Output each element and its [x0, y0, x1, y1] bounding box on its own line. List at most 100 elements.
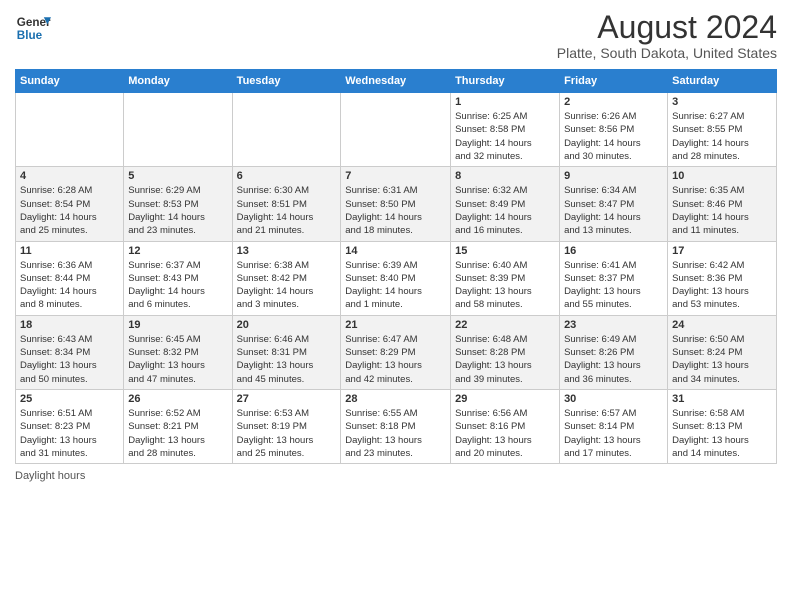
- day-info: Sunrise: 6:40 AM Sunset: 8:39 PM Dayligh…: [455, 259, 555, 312]
- day-info: Sunrise: 6:56 AM Sunset: 8:16 PM Dayligh…: [455, 407, 555, 460]
- title-area: August 2024 Platte, South Dakota, United…: [557, 10, 777, 61]
- day-info: Sunrise: 6:55 AM Sunset: 8:18 PM Dayligh…: [345, 407, 446, 460]
- day-number: 17: [672, 245, 772, 257]
- day-info: Sunrise: 6:49 AM Sunset: 8:26 PM Dayligh…: [564, 333, 663, 386]
- calendar-cell: 15 Sunrise: 6:40 AM Sunset: 8:39 PM Dayli…: [451, 241, 560, 315]
- calendar-cell: 31 Sunrise: 6:58 AM Sunset: 8:13 PM Dayli…: [668, 389, 777, 463]
- header-row: SundayMondayTuesdayWednesdayThursdayFrid…: [16, 70, 777, 93]
- day-number: 28: [345, 393, 446, 405]
- day-number: 11: [20, 245, 119, 257]
- day-number: 3: [672, 96, 772, 108]
- calendar-cell: 2Sunrise: 6:26 AM Sunset: 8:56 PM Daylig…: [560, 93, 668, 167]
- calendar-cell: 18Sunrise: 6:43 AM Sunset: 8:34 PM Dayli…: [16, 315, 124, 389]
- day-number: 15: [455, 245, 555, 257]
- calendar-cell: 6 Sunrise: 6:30 AM Sunset: 8:51 PM Daylig…: [232, 167, 341, 241]
- day-number: 22: [455, 319, 555, 331]
- calendar-cell: 26 Sunrise: 6:52 AM Sunset: 8:21 PM Dayli…: [124, 389, 232, 463]
- day-info: Sunrise: 6:28 AM Sunset: 8:54 PM Dayligh…: [20, 184, 119, 237]
- day-info: Sunrise: 6:27 AM Sunset: 8:55 PM Dayligh…: [672, 110, 772, 163]
- calendar-cell: 10 Sunrise: 6:35 AM Sunset: 8:46 PM Dayli…: [668, 167, 777, 241]
- day-info: Sunrise: 6:48 AM Sunset: 8:28 PM Dayligh…: [455, 333, 555, 386]
- day-info: Sunrise: 6:38 AM Sunset: 8:42 PM Dayligh…: [237, 259, 337, 312]
- calendar-cell: 24Sunrise: 6:50 AM Sunset: 8:24 PM Dayli…: [668, 315, 777, 389]
- calendar-cell: [16, 93, 124, 167]
- day-info: Sunrise: 6:25 AM Sunset: 8:58 PM Dayligh…: [455, 110, 555, 163]
- day-number: 24: [672, 319, 772, 331]
- day-number: 26: [128, 393, 227, 405]
- day-number: 14: [345, 245, 446, 257]
- calendar-cell: 21 Sunrise: 6:47 AM Sunset: 8:29 PM Dayli…: [341, 315, 451, 389]
- calendar-header: SundayMondayTuesdayWednesdayThursdayFrid…: [16, 70, 777, 93]
- calendar-week-row: 1Sunrise: 6:25 AM Sunset: 8:58 PM Daylig…: [16, 93, 777, 167]
- day-info: Sunrise: 6:51 AM Sunset: 8:23 PM Dayligh…: [20, 407, 119, 460]
- day-info: Sunrise: 6:43 AM Sunset: 8:34 PM Dayligh…: [20, 333, 119, 386]
- calendar-cell: 19Sunrise: 6:45 AM Sunset: 8:32 PM Dayli…: [124, 315, 232, 389]
- calendar-cell: 7 Sunrise: 6:31 AM Sunset: 8:50 PM Daylig…: [341, 167, 451, 241]
- calendar-cell: 23 Sunrise: 6:49 AM Sunset: 8:26 PM Dayli…: [560, 315, 668, 389]
- day-info: Sunrise: 6:42 AM Sunset: 8:36 PM Dayligh…: [672, 259, 772, 312]
- day-info: Sunrise: 6:32 AM Sunset: 8:49 PM Dayligh…: [455, 184, 555, 237]
- day-number: 27: [237, 393, 337, 405]
- calendar-cell: 5 Sunrise: 6:29 AM Sunset: 8:53 PM Daylig…: [124, 167, 232, 241]
- day-info: Sunrise: 6:58 AM Sunset: 8:13 PM Dayligh…: [672, 407, 772, 460]
- day-number: 12: [128, 245, 227, 257]
- main-title: August 2024: [557, 10, 777, 45]
- calendar-cell: 4 Sunrise: 6:28 AM Sunset: 8:54 PM Daylig…: [16, 167, 124, 241]
- day-number: 16: [564, 245, 663, 257]
- calendar-cell: 30Sunrise: 6:57 AM Sunset: 8:14 PM Dayli…: [560, 389, 668, 463]
- day-of-week-header: Friday: [560, 70, 668, 93]
- day-of-week-header: Tuesday: [232, 70, 341, 93]
- calendar-cell: 12 Sunrise: 6:37 AM Sunset: 8:43 PM Dayli…: [124, 241, 232, 315]
- day-of-week-header: Saturday: [668, 70, 777, 93]
- day-info: Sunrise: 6:36 AM Sunset: 8:44 PM Dayligh…: [20, 259, 119, 312]
- day-of-week-header: Thursday: [451, 70, 560, 93]
- calendar-week-row: 25 Sunrise: 6:51 AM Sunset: 8:23 PM Dayli…: [16, 389, 777, 463]
- subtitle: Platte, South Dakota, United States: [557, 45, 777, 61]
- calendar-cell: 11 Sunrise: 6:36 AM Sunset: 8:44 PM Dayli…: [16, 241, 124, 315]
- day-of-week-header: Monday: [124, 70, 232, 93]
- day-info: Sunrise: 6:31 AM Sunset: 8:50 PM Dayligh…: [345, 184, 446, 237]
- day-info: Sunrise: 6:47 AM Sunset: 8:29 PM Dayligh…: [345, 333, 446, 386]
- day-of-week-header: Sunday: [16, 70, 124, 93]
- calendar-table: SundayMondayTuesdayWednesdayThursdayFrid…: [15, 69, 777, 464]
- calendar-cell: 8 Sunrise: 6:32 AM Sunset: 8:49 PM Daylig…: [451, 167, 560, 241]
- day-number: 23: [564, 319, 663, 331]
- day-number: 7: [345, 170, 446, 182]
- day-number: 5: [128, 170, 227, 182]
- day-number: 19: [128, 319, 227, 331]
- calendar-week-row: 18Sunrise: 6:43 AM Sunset: 8:34 PM Dayli…: [16, 315, 777, 389]
- day-of-week-header: Wednesday: [341, 70, 451, 93]
- calendar-cell: 3 Sunrise: 6:27 AM Sunset: 8:55 PM Daylig…: [668, 93, 777, 167]
- logo-icon: General Blue: [15, 10, 51, 46]
- day-info: Sunrise: 6:30 AM Sunset: 8:51 PM Dayligh…: [237, 184, 337, 237]
- day-number: 30: [564, 393, 663, 405]
- day-info: Sunrise: 6:52 AM Sunset: 8:21 PM Dayligh…: [128, 407, 227, 460]
- calendar-cell: 22 Sunrise: 6:48 AM Sunset: 8:28 PM Dayli…: [451, 315, 560, 389]
- day-number: 25: [20, 393, 119, 405]
- day-number: 21: [345, 319, 446, 331]
- calendar-cell: 17 Sunrise: 6:42 AM Sunset: 8:36 PM Dayli…: [668, 241, 777, 315]
- day-number: 6: [237, 170, 337, 182]
- day-number: 13: [237, 245, 337, 257]
- calendar-cell: 1Sunrise: 6:25 AM Sunset: 8:58 PM Daylig…: [451, 93, 560, 167]
- footer: Daylight hours: [15, 470, 777, 482]
- calendar-cell: 14 Sunrise: 6:39 AM Sunset: 8:40 PM Dayli…: [341, 241, 451, 315]
- day-info: Sunrise: 6:29 AM Sunset: 8:53 PM Dayligh…: [128, 184, 227, 237]
- day-number: 31: [672, 393, 772, 405]
- day-info: Sunrise: 6:35 AM Sunset: 8:46 PM Dayligh…: [672, 184, 772, 237]
- calendar-cell: [341, 93, 451, 167]
- day-number: 8: [455, 170, 555, 182]
- day-info: Sunrise: 6:46 AM Sunset: 8:31 PM Dayligh…: [237, 333, 337, 386]
- calendar-cell: [232, 93, 341, 167]
- day-number: 9: [564, 170, 663, 182]
- day-info: Sunrise: 6:53 AM Sunset: 8:19 PM Dayligh…: [237, 407, 337, 460]
- day-number: 10: [672, 170, 772, 182]
- day-number: 4: [20, 170, 119, 182]
- calendar-cell: 27 Sunrise: 6:53 AM Sunset: 8:19 PM Dayli…: [232, 389, 341, 463]
- day-info: Sunrise: 6:39 AM Sunset: 8:40 PM Dayligh…: [345, 259, 446, 312]
- day-info: Sunrise: 6:34 AM Sunset: 8:47 PM Dayligh…: [564, 184, 663, 237]
- day-info: Sunrise: 6:37 AM Sunset: 8:43 PM Dayligh…: [128, 259, 227, 312]
- calendar-cell: 25 Sunrise: 6:51 AM Sunset: 8:23 PM Dayli…: [16, 389, 124, 463]
- header: General Blue August 2024 Platte, South D…: [15, 10, 777, 61]
- calendar-body: 1Sunrise: 6:25 AM Sunset: 8:58 PM Daylig…: [16, 93, 777, 464]
